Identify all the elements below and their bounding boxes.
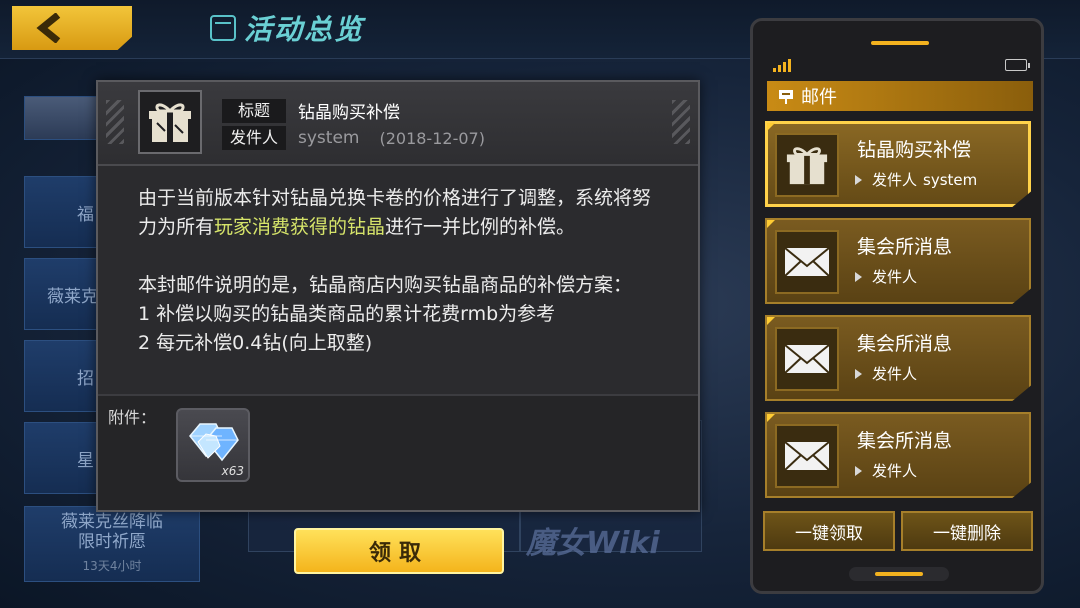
mail-sender: system — [298, 128, 360, 148]
back-button[interactable] — [12, 6, 132, 50]
unread-marker — [767, 414, 775, 422]
claim-all-button[interactable]: 一键领取 — [763, 511, 895, 551]
attachment-area: 附件： x63 — [98, 394, 698, 510]
signal-icon — [773, 59, 791, 72]
decor-stripes — [672, 100, 690, 144]
calendar-icon — [210, 15, 236, 41]
envelope-icon — [784, 441, 830, 471]
activity-label: 薇莱克丝降临 限时祈愿 — [61, 512, 163, 552]
mailbox-icon — [779, 90, 793, 104]
mail-list-item[interactable]: 集会所消息 发件人 — [765, 412, 1031, 498]
mail-item-icon — [775, 133, 839, 197]
activity-item[interactable]: 薇莱克丝降临 限时祈愿 13天4小时 — [24, 506, 200, 582]
unread-marker — [767, 317, 775, 325]
mail-sender-row: 发件人 system (2018-12-07) — [222, 126, 485, 150]
triangle-icon — [855, 271, 862, 282]
delete-all-button[interactable]: 一键删除 — [901, 511, 1033, 551]
mail-item-title: 集会所消息 — [857, 333, 953, 355]
mail-item-sender: 发件人 system — [855, 169, 977, 190]
back-arrow-icon — [36, 13, 61, 43]
envelope-icon — [784, 247, 830, 277]
mail-list-item[interactable]: 集会所消息 发件人 — [765, 315, 1031, 401]
sender-label: 发件人 — [872, 268, 918, 286]
unread-marker — [767, 220, 775, 228]
mail-panel-header: 邮件 — [767, 81, 1033, 111]
crystal-icon — [189, 423, 239, 462]
unread-marker — [767, 123, 775, 131]
envelope-icon — [784, 344, 830, 374]
mail-detail-header: 标题 钻晶购买补偿 发件人 system (2018-12-07) — [98, 82, 698, 166]
mail-item-sender: 发件人 — [855, 266, 917, 287]
gift-icon — [786, 147, 828, 185]
mail-item-sender: 发件人 — [855, 363, 917, 384]
sender-name: system — [923, 170, 978, 189]
attachment-count: x63 — [221, 464, 244, 478]
title-label: 标题 — [222, 98, 286, 123]
mail-item-title: 钻晶购买补偿 — [857, 139, 972, 161]
watermark: 魔女Wiki — [526, 526, 660, 561]
mail-date: (2018-12-07) — [379, 128, 485, 148]
mail-item-title: 集会所消息 — [857, 236, 953, 258]
attachment-item[interactable]: x63 — [176, 408, 250, 482]
triangle-icon — [855, 368, 862, 379]
sender-label: 发件人 — [222, 126, 286, 150]
mail-body[interactable]: 由于当前版本针对钻晶兑换卡卷的价格进行了调整，系统将努力为所有玩家消费获得的钻晶… — [138, 184, 668, 370]
mail-item-icon — [775, 327, 839, 391]
body-paragraph: 1 补偿以购买的钻晶类商品的累计花费rmb为参考 — [138, 303, 556, 325]
panel-top-bar — [871, 41, 929, 45]
gift-icon — [149, 103, 191, 142]
mail-panel: 邮件 钻晶购买补偿 发件人 system 集会所消息 发件人 集会所消息 发件人… — [750, 18, 1044, 594]
mail-list-item[interactable]: 集会所消息 发件人 — [765, 218, 1031, 304]
page-title: 活动总览 — [244, 13, 365, 46]
body-paragraph: 本封邮件说明的是，钻晶商店内购买钻晶商品的补偿方案： — [138, 274, 633, 296]
mail-item-title: 集会所消息 — [857, 430, 953, 452]
body-highlight: 玩家消费获得的钻晶 — [214, 216, 386, 238]
sender-label: 发件人 — [872, 171, 918, 189]
triangle-icon — [855, 465, 862, 476]
sender-label: 发件人 — [872, 462, 918, 480]
attachment-label: 附件： — [108, 408, 157, 427]
body-paragraph: 由于当前版本针对钻晶兑换卡卷的价格进行了调整，系统将努力为所有玩家消费获得的钻晶… — [138, 184, 668, 242]
mail-item-icon — [775, 424, 839, 488]
triangle-icon — [855, 174, 862, 185]
activity-timer: 13天4小时 — [82, 559, 142, 573]
mail-detail-dialog: 标题 钻晶购买补偿 发件人 system (2018-12-07) 由于当前版本… — [96, 80, 700, 512]
sender-label: 发件人 — [872, 365, 918, 383]
decor-stripes — [106, 100, 124, 144]
mail-item-sender: 发件人 — [855, 460, 917, 481]
mail-title: 钻晶购买补偿 — [298, 103, 400, 123]
claim-button[interactable]: 领取 — [294, 528, 504, 574]
page-header: 活动总览 — [210, 8, 364, 48]
mail-type-icon — [138, 90, 202, 154]
body-paragraph: 2 每元补偿0.4钻(向上取整) — [138, 332, 373, 354]
battery-icon — [1005, 59, 1030, 71]
panel-bottom-bar — [849, 567, 949, 581]
body-text: 进行一并比例的补偿。 — [385, 216, 576, 238]
mail-title-row: 标题 钻晶购买补偿 — [222, 98, 400, 123]
mail-item-icon — [775, 230, 839, 294]
mail-list-item[interactable]: 钻晶购买补偿 发件人 system — [765, 121, 1031, 207]
mail-panel-title: 邮件 — [801, 87, 837, 108]
